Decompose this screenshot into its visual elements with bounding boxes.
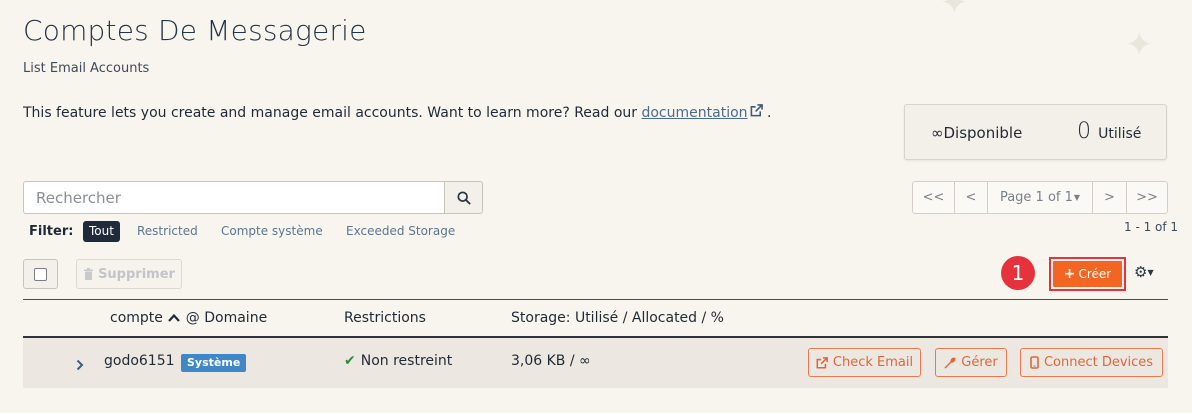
page-subtitle: List Email Accounts bbox=[23, 61, 150, 76]
intro-sentence: This feature lets you create and manage … bbox=[23, 105, 638, 121]
infinity-symbol: ∞ bbox=[931, 124, 944, 142]
select-all-checkbox[interactable] bbox=[23, 259, 58, 289]
account-column-label: compte bbox=[110, 310, 163, 326]
external-link-icon[interactable] bbox=[750, 104, 763, 121]
column-header-restrictions: Restrictions bbox=[344, 310, 426, 326]
next-page-button[interactable]: > bbox=[1093, 182, 1127, 213]
documentation-link[interactable]: documentation bbox=[641, 105, 747, 121]
manage-label: Gérer bbox=[961, 355, 998, 370]
connect-devices-button[interactable]: Connect Devices bbox=[1020, 348, 1163, 377]
system-badge: Système bbox=[181, 354, 247, 372]
filter-tout[interactable]: Tout bbox=[83, 221, 120, 242]
used-count: 0 bbox=[1077, 119, 1091, 144]
gear-icon: ⚙ bbox=[1134, 263, 1148, 281]
first-page-button[interactable]: << bbox=[913, 182, 955, 213]
result-range: 1 - 1 of 1 bbox=[1124, 220, 1179, 234]
storage-usage: 3,06 KB / ∞ bbox=[511, 353, 591, 369]
plus-icon: + bbox=[1063, 266, 1076, 282]
chevron-down-icon: ▼ bbox=[1147, 268, 1154, 277]
column-header-account[interactable]: compte @ Domaine bbox=[110, 310, 267, 326]
used-label: Utilisé bbox=[1098, 126, 1142, 142]
filter-label: Filter: bbox=[29, 224, 74, 239]
search-input[interactable] bbox=[23, 181, 445, 214]
restriction-label: Non restreint bbox=[360, 353, 453, 369]
intro-text: This feature lets you create and manage … bbox=[23, 104, 771, 121]
sparkle-decoration-icon: ✦ bbox=[940, 0, 969, 23]
chevron-down-icon: ▼ bbox=[1073, 193, 1081, 202]
manage-button[interactable]: Gérer bbox=[935, 348, 1007, 377]
wrench-icon bbox=[944, 356, 957, 369]
quota-stats-panel: ∞Disponible 0 Utilisé bbox=[904, 104, 1167, 160]
checkbox-square bbox=[34, 267, 47, 281]
filter-compte-systeme[interactable]: Compte système bbox=[215, 221, 329, 242]
last-page-button[interactable]: >> bbox=[1127, 182, 1167, 213]
column-header-storage: Storage: Utilisé / Allocated / % bbox=[511, 310, 724, 326]
delete-button[interactable]: Supprimer bbox=[76, 259, 182, 289]
sort-ascending-icon bbox=[168, 313, 181, 322]
filter-exceeded-storage[interactable]: Exceeded Storage bbox=[340, 221, 461, 242]
checkmark-icon: ✔ bbox=[344, 353, 356, 369]
prev-page-button[interactable]: < bbox=[955, 182, 988, 213]
mobile-phone-icon bbox=[1030, 356, 1039, 369]
sparkle-decoration-icon: ✦ bbox=[1125, 25, 1154, 65]
check-email-button[interactable]: Check Email bbox=[808, 348, 921, 377]
used-stat: 0 Utilisé bbox=[1077, 119, 1141, 144]
create-button[interactable]: + Créer bbox=[1053, 261, 1122, 287]
page-select[interactable]: Page 1 of 1 ▼ bbox=[988, 182, 1093, 213]
available-label: Disponible bbox=[943, 124, 1023, 142]
step-number-badge: 1 bbox=[1001, 256, 1035, 290]
search-icon bbox=[456, 190, 471, 205]
page-label: Page 1 of 1 bbox=[999, 190, 1073, 205]
expand-row-chevron-icon[interactable] bbox=[76, 356, 84, 375]
account-name: godo6151 bbox=[104, 353, 175, 369]
check-email-label: Check Email bbox=[832, 355, 914, 370]
intro-period: . bbox=[766, 105, 772, 121]
filter-restricted[interactable]: Restricted bbox=[131, 221, 204, 242]
restriction-status: ✔ Non restreint bbox=[344, 353, 452, 369]
trash-icon bbox=[84, 268, 94, 280]
domain-column-label: @ Domaine bbox=[185, 310, 268, 326]
connect-devices-label: Connect Devices bbox=[1043, 355, 1154, 370]
table-top-border bbox=[23, 299, 1168, 300]
settings-dropdown[interactable]: ⚙▼ bbox=[1134, 263, 1154, 281]
pagination: << < Page 1 of 1 ▼ > >> bbox=[912, 181, 1168, 214]
search-button[interactable] bbox=[444, 181, 483, 214]
external-link-icon bbox=[816, 356, 828, 368]
create-label: Créer bbox=[1078, 267, 1112, 281]
page-title: Comptes De Messagerie bbox=[23, 14, 367, 47]
available-stat: ∞Disponible bbox=[931, 124, 1022, 142]
delete-label: Supprimer bbox=[98, 266, 175, 282]
